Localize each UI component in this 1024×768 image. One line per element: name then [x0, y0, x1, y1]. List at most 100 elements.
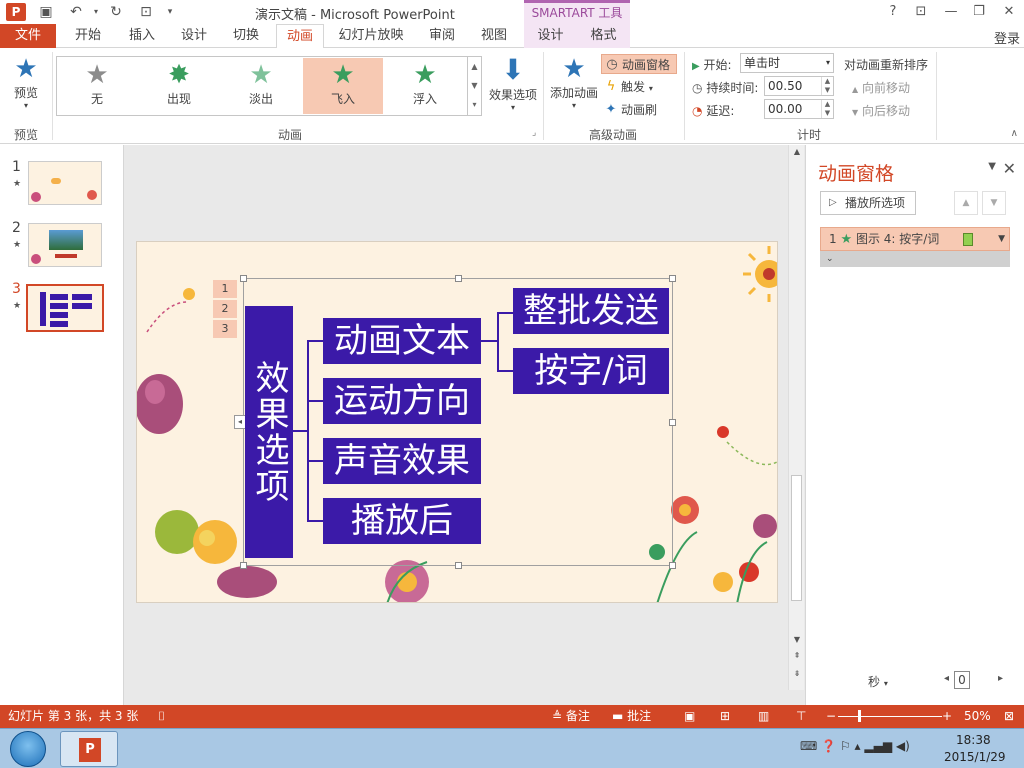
normal-view-icon[interactable]: ▣ [684, 705, 695, 728]
clock-date[interactable]: 2015/1/29 [944, 750, 1006, 764]
resize-handle[interactable] [455, 562, 462, 569]
gallery-more-icon[interactable]: ▾ [468, 95, 481, 114]
volume-icon[interactable]: ◀) [896, 739, 910, 753]
tab-home[interactable]: 开始 [64, 24, 112, 48]
smartart-child-shape[interactable]: 动画文本 [323, 318, 481, 364]
move-earlier-button[interactable]: ▲ 向前移动 [852, 79, 910, 96]
animation-fly-in[interactable]: ★ 飞入 [303, 58, 383, 114]
zoom-in-icon[interactable]: + [942, 705, 952, 728]
tab-review[interactable]: 审阅 [418, 24, 466, 48]
scrollbar-thumb[interactable] [791, 475, 802, 601]
animation-order-marker[interactable]: 2 [213, 300, 237, 318]
smartart-grandchild-shape[interactable]: 整批发送 [513, 288, 669, 334]
tab-animations[interactable]: 动画 [276, 24, 324, 49]
gallery-down-icon[interactable]: ▼ [468, 76, 481, 95]
smartart-grandchild-shape[interactable]: 按字/词 [513, 348, 669, 394]
slide-canvas[interactable]: 1 2 3 ◂ 效果选项 动画文本 运动方向 声音效果 播放后 整批发送 按字/… [136, 241, 778, 603]
network-icon[interactable]: ▂▄▆ [864, 739, 892, 753]
resize-handle[interactable] [669, 562, 676, 569]
help-icon[interactable]: ? [882, 2, 904, 22]
timeline-zoom-value[interactable]: 0 [954, 671, 970, 689]
start-from-beginning-icon[interactable]: ⊡ [136, 3, 156, 21]
notes-button[interactable]: ≜ 备注 [552, 705, 590, 728]
smartart-child-shape[interactable]: 播放后 [323, 498, 481, 544]
delay-input[interactable]: 00.00 ▲ ▼ [764, 99, 834, 119]
fit-to-window-icon[interactable]: ⊠ [1004, 705, 1014, 728]
minimize-icon[interactable]: — [940, 2, 962, 22]
previous-slide-icon[interactable]: ⇞ [789, 651, 805, 660]
zoom-level[interactable]: 50% [964, 705, 991, 728]
resize-handle[interactable] [240, 275, 247, 282]
trigger-button[interactable]: ϟ 触发 ▾ [601, 77, 671, 97]
timeline-right-icon[interactable]: ▸ [998, 673, 1003, 684]
tab-smartart-design[interactable]: 设计 [524, 24, 577, 48]
vertical-scrollbar[interactable]: ▲ ▼ ⇞ ⇟ [788, 145, 804, 690]
dialog-launcher-icon[interactable]: ⌟ [532, 128, 536, 138]
tab-file[interactable]: 文件 [0, 24, 56, 48]
tab-smartart-format[interactable]: 格式 [577, 24, 630, 48]
animation-float-in[interactable]: ★ 浮入 [385, 58, 465, 114]
next-slide-icon[interactable]: ⇟ [789, 669, 805, 678]
pane-options-icon[interactable]: ▼ [988, 161, 996, 172]
add-animation-button[interactable]: ★ 添加动画 ▾ [548, 54, 600, 120]
effect-options-button[interactable]: ⬇ 效果选项 ▾ [486, 54, 540, 120]
redo-icon[interactable]: ↻ [106, 3, 126, 21]
animation-order-marker[interactable]: 1 [213, 280, 237, 298]
resize-handle[interactable] [240, 562, 247, 569]
scroll-down-icon[interactable]: ▼ [789, 635, 805, 644]
scroll-up-icon[interactable]: ▲ [789, 147, 805, 156]
duration-input[interactable]: 00.50 ▲ ▼ [764, 76, 834, 96]
seconds-menu[interactable]: 秒 ▾ [868, 673, 888, 690]
animation-painter-button[interactable]: ✦ 动画刷 [601, 100, 671, 120]
zoom-slider-knob[interactable] [858, 710, 861, 722]
undo-dropdown-icon[interactable]: ▾ [86, 3, 106, 21]
tab-transitions[interactable]: 切换 [222, 24, 270, 48]
resize-handle[interactable] [669, 275, 676, 282]
animation-fade[interactable]: ★ 淡出 [221, 58, 301, 114]
close-icon[interactable]: ✕ [998, 2, 1020, 22]
slide-thumbnail-2[interactable] [28, 223, 102, 267]
slideshow-icon[interactable]: ⊤ [796, 705, 806, 728]
tray-expand-icon[interactable]: ▴ [855, 739, 861, 753]
help-tray-icon[interactable]: ❓ [821, 739, 836, 753]
play-selected-button[interactable]: ▷ 播放所选项 [820, 191, 916, 215]
smartart-child-shape[interactable]: 声音效果 [323, 438, 481, 484]
sign-in-link[interactable]: 登录 [994, 28, 1020, 47]
delay-spinner[interactable]: ▲ ▼ [821, 100, 833, 118]
slide-thumbnail-1[interactable] [28, 161, 102, 205]
resize-handle[interactable] [669, 419, 676, 426]
undo-icon[interactable]: ↶ [66, 3, 86, 21]
duration-spinner[interactable]: ▲ ▼ [821, 77, 833, 95]
move-later-button[interactable]: ▼ 向后移动 [852, 102, 910, 119]
smartart-child-shape[interactable]: 运动方向 [323, 378, 481, 424]
gallery-scrollbar[interactable]: ▲ ▼ ▾ [467, 57, 481, 115]
tab-view[interactable]: 视图 [470, 24, 518, 48]
keyboard-icon[interactable]: ⌨ [800, 739, 817, 753]
move-up-icon[interactable]: ▲ [954, 191, 978, 215]
animation-list-item[interactable]: 1 ★ 图示 4: 按字/词 ▼ [820, 227, 1010, 251]
save-icon[interactable]: ▣ [36, 3, 56, 21]
start-button[interactable] [10, 731, 46, 767]
start-select[interactable]: 单击时 ▾ [740, 53, 834, 73]
chevron-down-icon[interactable]: ▼ [998, 228, 1005, 250]
customize-qat-icon[interactable]: ▾ [160, 3, 180, 21]
clock-time[interactable]: 18:38 [956, 733, 991, 747]
maximize-icon[interactable]: ❐ [968, 2, 990, 22]
collapse-ribbon-icon[interactable]: ∧ [1011, 128, 1018, 139]
animation-appear[interactable]: ✸ 出现 [139, 58, 219, 114]
smartart-root-shape[interactable]: 效果选项 [245, 306, 293, 558]
flag-icon[interactable]: ⚐ [840, 739, 851, 753]
timeline-left-icon[interactable]: ◂ [944, 673, 949, 684]
reading-view-icon[interactable]: ▥ [758, 705, 769, 728]
tab-design[interactable]: 设计 [170, 24, 218, 48]
gallery-up-icon[interactable]: ▲ [468, 57, 481, 76]
ribbon-display-icon[interactable]: ⊡ [910, 2, 932, 22]
animation-none[interactable]: ★ 无 [57, 58, 137, 114]
resize-handle[interactable] [455, 275, 462, 282]
move-down-icon[interactable]: ▼ [982, 191, 1006, 215]
zoom-out-icon[interactable]: − [826, 705, 836, 728]
preview-button[interactable]: ★ 预览 ▾ [6, 54, 46, 120]
slide-sorter-icon[interactable]: ⊞ [720, 705, 730, 728]
comments-button[interactable]: ▬ 批注 [612, 705, 651, 728]
close-pane-icon[interactable]: ✕ [1003, 159, 1016, 178]
